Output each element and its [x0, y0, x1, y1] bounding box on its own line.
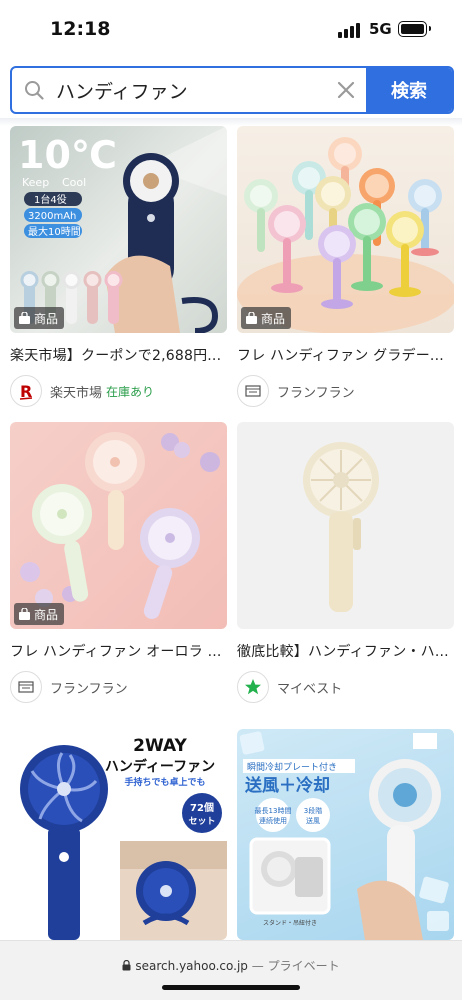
rakuten-logo-icon: R: [10, 375, 42, 407]
private-mode-label: プライベート: [267, 959, 340, 973]
product-image[interactable]: 商品: [10, 422, 227, 629]
result-card[interactable]: 10℃ Keep Cool 1台4役 3200mAh 最大10時間 商品 楽天市…: [10, 126, 227, 407]
url-display[interactable]: search.yahoo.co.jp — プライベート: [0, 957, 462, 974]
r5-set: セット: [188, 816, 215, 827]
shopping-bag-icon: [19, 312, 30, 324]
product-image[interactable]: 2WAY ハンディーファン 手持ちでも卓上でも 72個 セット: [10, 729, 227, 940]
shop-name: マイベスト: [277, 681, 343, 697]
svg-text:R: R: [20, 382, 32, 400]
r6-feature-1: 最長13時間: [255, 807, 292, 815]
r6-headline: 送風＋冷却: [245, 775, 330, 796]
product-badge: 商品: [241, 307, 292, 329]
2way-fan-image: 2WAY ハンディーファン 手持ちでも卓上でも 72個 セット: [20, 736, 227, 940]
result-card[interactable]: 商品 フレ ハンディファン グラデー... フランフラン: [237, 126, 454, 407]
shop-row[interactable]: フランフラン: [237, 375, 454, 407]
product-image[interactable]: [237, 422, 454, 629]
result-title[interactable]: フレ ハンディファン グラデー...: [237, 345, 454, 365]
r1-label-3: 最大10時間: [28, 225, 81, 238]
r6-feature-2: 3段階: [304, 806, 322, 815]
badge-label: 商品: [34, 311, 59, 326]
shopping-bag-icon: [19, 608, 30, 620]
shop-name: フランフラン: [277, 385, 355, 401]
product-badge: 商品: [14, 307, 65, 329]
r6-feature-2b: 送風: [306, 816, 320, 825]
francfranc-logo-icon: [10, 671, 42, 703]
product-badge: 商品: [14, 603, 65, 625]
status-time: 12:18: [50, 18, 111, 40]
shop-name: 楽天市場: [50, 385, 103, 401]
r5-subtitle: 手持ちでも卓上でも: [124, 776, 205, 788]
r5-title-1: 2WAY: [133, 736, 187, 756]
result-card[interactable]: 徹底比較】ハンディファン・ハ... マイベスト: [237, 422, 454, 703]
status-bar: 12:18 5G: [0, 0, 462, 62]
signal-icon: [338, 22, 364, 38]
beige-fan-image: [303, 442, 379, 612]
result-title[interactable]: 楽天市場】クーポンで2,688円...: [10, 345, 227, 365]
result-card[interactable]: 2WAY ハンディーファン 手持ちでも卓上でも 72個 セット: [10, 729, 227, 940]
product-image[interactable]: 商品: [237, 126, 454, 333]
search-icon: [25, 81, 44, 100]
search-bar: 検索: [10, 66, 454, 114]
clear-icon[interactable]: [336, 80, 356, 100]
r5-title-2: ハンディーファン: [105, 758, 215, 775]
cooling-fan-image: 瞬間冷却プレート付き 送風＋冷却 最長13時間 連続使用 3段階 送風 スタンド…: [239, 731, 449, 940]
product-image[interactable]: 10℃ Keep Cool 1台4役 3200mAh 最大10時間 商品: [10, 126, 227, 333]
search-button[interactable]: 検索: [366, 68, 452, 112]
lock-icon: [122, 960, 131, 971]
francfranc-logo-icon: [237, 375, 269, 407]
r1-label-2: 3200mAh: [28, 211, 76, 222]
url-separator: —: [251, 959, 264, 973]
r5-count: 72個: [190, 801, 214, 814]
browser-url-bar[interactable]: search.yahoo.co.jp — プライベート: [0, 940, 462, 1000]
search-input[interactable]: [56, 68, 326, 112]
gradient-fans-image: [237, 137, 454, 333]
shopping-bag-icon: [246, 312, 257, 324]
product-image[interactable]: 瞬間冷却プレート付き 送風＋冷却 最長13時間 連続使用 3段階 送風 スタンド…: [237, 729, 454, 940]
r1-cool-text: Cool: [62, 176, 86, 189]
url-domain: search.yahoo.co.jp: [135, 959, 248, 973]
shop-row[interactable]: R 楽天市場 在庫あり: [10, 375, 227, 407]
result-card[interactable]: 商品 フレ ハンディファン オーロラ ... フランフラン: [10, 422, 227, 703]
r6-feature-1b: 連続使用: [259, 816, 287, 825]
home-indicator[interactable]: [162, 985, 300, 990]
result-title[interactable]: 徹底比較】ハンディファン・ハ...: [237, 641, 454, 661]
shop-name: フランフラン: [50, 681, 128, 697]
handheld-fan-navy-image: 10℃ Keep Cool 1台4役 3200mAh 最大10時間: [18, 126, 227, 333]
r1-label-1: 1台4役: [34, 193, 67, 206]
badge-label: 商品: [34, 607, 59, 622]
r6-small-label: 瞬間冷却プレート付き: [247, 761, 337, 773]
mybest-star-icon: [237, 671, 269, 703]
shop-row[interactable]: フランフラン: [10, 671, 227, 703]
network-label: 5G: [369, 20, 392, 38]
result-title[interactable]: フレ ハンディファン オーロラ ...: [10, 641, 227, 661]
shop-row[interactable]: マイベスト: [237, 671, 454, 703]
stock-status: 在庫あり: [106, 384, 155, 399]
r1-keep-text: Keep: [22, 176, 49, 189]
badge-label: 商品: [261, 311, 286, 326]
battery-icon: [398, 21, 431, 37]
r6-stand-caption: スタンド・吊紐付き: [263, 919, 317, 927]
r1-big-text: 10℃: [18, 133, 117, 177]
header-shadow: [0, 118, 462, 126]
result-card[interactable]: 瞬間冷却プレート付き 送風＋冷却 最長13時間 連続使用 3段階 送風 スタンド…: [237, 729, 454, 940]
aurora-fans-image: [20, 432, 220, 620]
